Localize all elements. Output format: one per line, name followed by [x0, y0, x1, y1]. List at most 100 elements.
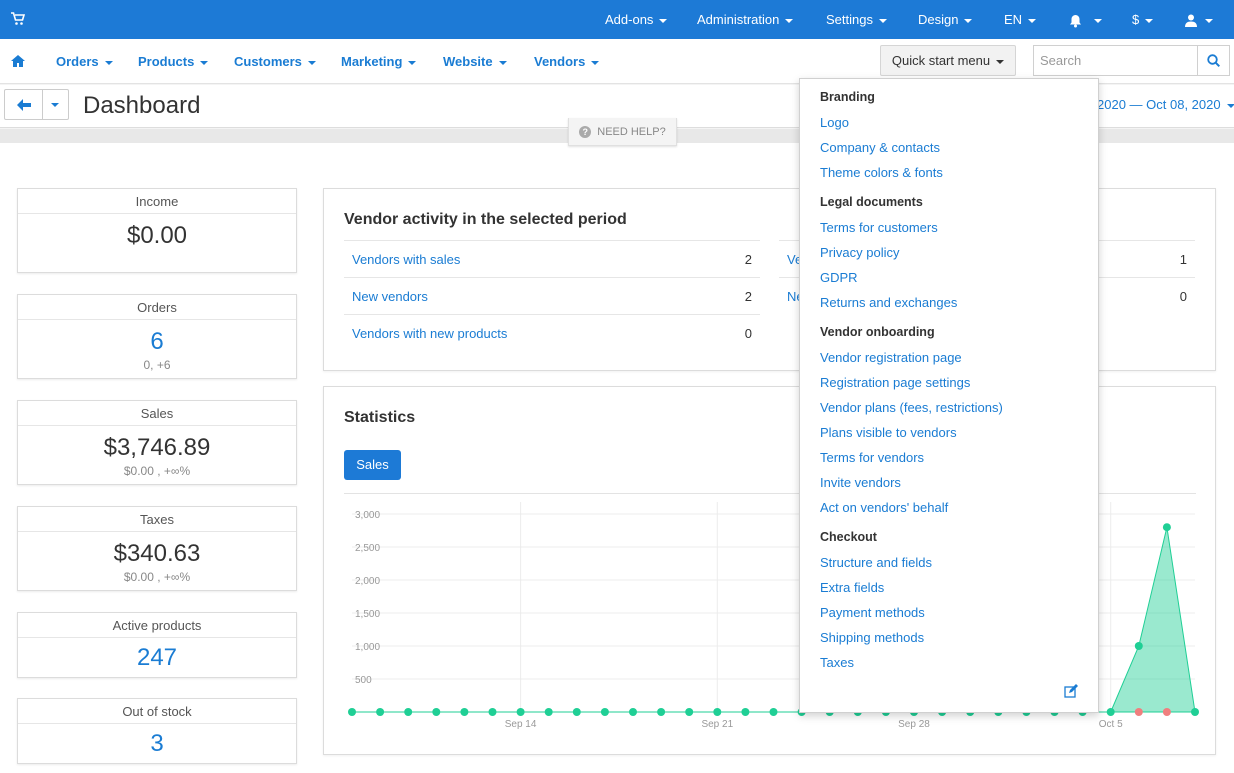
- quick-menu-link[interactable]: Vendor registration page: [820, 350, 962, 365]
- chevron-down-icon: [1028, 18, 1037, 23]
- chevron-down-icon: [408, 60, 417, 65]
- quick-menu-section-title: Legal documents: [820, 195, 923, 209]
- nav-products[interactable]: Products: [138, 39, 209, 84]
- data-point: [685, 708, 694, 716]
- nav-vendors[interactable]: Vendors: [534, 39, 600, 84]
- data-point: [488, 708, 497, 716]
- quick-menu-link[interactable]: Taxes: [820, 655, 854, 670]
- notifications-menu[interactable]: [1069, 0, 1102, 39]
- edit-icon[interactable]: [1064, 684, 1078, 698]
- quick-menu-link[interactable]: GDPR: [820, 270, 858, 285]
- cart-icon[interactable]: [11, 12, 25, 26]
- data-point: [741, 708, 750, 716]
- x-tick-label: Sep 14: [505, 719, 537, 730]
- data-point: [769, 708, 778, 716]
- top-bar: Add-ons Administration Settings Design E…: [0, 0, 1234, 39]
- x-tick-label: Sep 21: [701, 719, 733, 730]
- card-value: $340.63: [113, 540, 201, 567]
- card-value[interactable]: 247: [18, 644, 296, 672]
- quick-menu-link[interactable]: Privacy policy: [820, 245, 899, 260]
- nav-website[interactable]: Website: [443, 39, 507, 84]
- data-point: [600, 708, 609, 716]
- quick-start-menu-button[interactable]: Quick start menu: [880, 45, 1016, 76]
- home-icon[interactable]: [11, 55, 25, 67]
- chevron-down-icon: [200, 60, 209, 65]
- search-button[interactable]: [1197, 46, 1229, 75]
- quick-menu-link[interactable]: Structure and fields: [820, 555, 932, 570]
- y-tick-label: 2,500: [355, 543, 380, 554]
- quick-menu-link[interactable]: Plans visible to vendors: [820, 425, 957, 440]
- vendor-activity-title: Vendor activity in the selected period: [344, 211, 627, 228]
- quick-start-dropdown: Branding Logo Company & contacts Theme colo…: [799, 78, 1099, 713]
- arrow-left-icon: [17, 99, 31, 111]
- quick-menu-link[interactable]: Shipping methods: [820, 630, 924, 645]
- quick-menu-link[interactable]: Returns and exchanges: [820, 295, 957, 310]
- quick-menu-section-title: Vendor onboarding: [820, 325, 935, 339]
- need-help-button[interactable]: ? NEED HELP?: [568, 118, 677, 146]
- data-point: [348, 708, 356, 716]
- vendor-row-value: 0: [1179, 289, 1187, 304]
- chevron-down-icon: [307, 60, 316, 65]
- card-out-of-stock: Out of stock 3: [17, 698, 297, 764]
- nav-vendors-label: Vendors: [534, 54, 586, 69]
- quick-menu-link[interactable]: Vendor plans (fees, restrictions): [820, 400, 1003, 415]
- card-sales: Sales $3,746.89 $0.00 , +∞%: [17, 400, 297, 485]
- chevron-down-icon: [1226, 103, 1234, 108]
- y-tick-label: 500: [355, 675, 372, 686]
- menu-addons[interactable]: Add-ons: [605, 0, 668, 39]
- user-menu[interactable]: [1185, 0, 1213, 39]
- quick-menu-link[interactable]: Invite vendors: [820, 475, 901, 490]
- chevron-down-icon: [785, 18, 794, 23]
- menu-settings[interactable]: Settings: [826, 0, 887, 39]
- data-point: [629, 708, 637, 716]
- card-value: $3,746.89: [103, 434, 211, 461]
- quick-menu-link[interactable]: Terms for vendors: [820, 450, 924, 465]
- vendor-row-link[interactable]: Vendors with sales: [352, 241, 460, 278]
- quick-menu-link[interactable]: Theme colors & fonts: [820, 165, 943, 180]
- card-title: Orders: [18, 295, 296, 320]
- nav-orders-label: Orders: [56, 54, 99, 69]
- menu-design-label: Design: [918, 12, 959, 27]
- vendor-row-link[interactable]: New vendors: [352, 278, 428, 315]
- chevron-down-icon: [1094, 18, 1102, 23]
- card-title: Out of stock: [18, 699, 296, 724]
- quick-menu-link[interactable]: Terms for customers: [820, 220, 938, 235]
- search-icon: [1207, 54, 1220, 67]
- quick-menu-link[interactable]: Extra fields: [820, 580, 884, 595]
- nav-customers[interactable]: Customers: [234, 39, 316, 84]
- currency-label: $: [1132, 12, 1140, 27]
- quick-menu-link[interactable]: Payment methods: [820, 605, 925, 620]
- quick-menu-link[interactable]: Act on vendors' behalf: [820, 500, 948, 515]
- quick-menu-link[interactable]: Logo: [820, 115, 849, 130]
- quick-menu-link[interactable]: Registration page settings: [820, 375, 970, 390]
- nav-orders[interactable]: Orders: [56, 39, 113, 84]
- menu-administration[interactable]: Administration: [697, 0, 794, 39]
- search-input[interactable]: [1034, 46, 1198, 75]
- card-title: Sales: [18, 401, 296, 426]
- date-range-label: 2020 — Oct 08, 2020: [1097, 97, 1221, 112]
- card-title: Income: [18, 189, 296, 214]
- currency-menu[interactable]: $: [1132, 0, 1154, 39]
- card-title: Active products: [18, 613, 296, 638]
- date-range-picker[interactable]: 2020 — Oct 08, 2020: [1097, 97, 1234, 112]
- nav-marketing[interactable]: Marketing: [341, 39, 417, 84]
- chevron-down-icon: [1205, 18, 1213, 23]
- vendor-row: Vendors with sales 2: [344, 240, 760, 277]
- chevron-down-icon: [591, 60, 600, 65]
- menu-design[interactable]: Design: [918, 0, 973, 39]
- data-point: [516, 708, 525, 716]
- menu-language-label: EN: [1004, 12, 1023, 27]
- card-value[interactable]: 3: [18, 730, 296, 758]
- quick-menu-link[interactable]: Company & contacts: [820, 140, 940, 155]
- back-button[interactable]: [4, 89, 43, 120]
- need-help-label: NEED HELP?: [597, 126, 666, 138]
- menu-language[interactable]: EN: [1004, 0, 1037, 39]
- vendor-row-link[interactable]: Vendors with new products: [352, 315, 507, 352]
- back-history-dropdown[interactable]: [42, 89, 69, 120]
- x-tick-label: Sep 28: [898, 719, 930, 730]
- nav-website-label: Website: [443, 54, 493, 69]
- y-tick-label: 1,500: [355, 609, 380, 620]
- card-value[interactable]: 6: [18, 328, 296, 356]
- data-point: [657, 708, 666, 716]
- tab-sales[interactable]: Sales: [344, 450, 401, 480]
